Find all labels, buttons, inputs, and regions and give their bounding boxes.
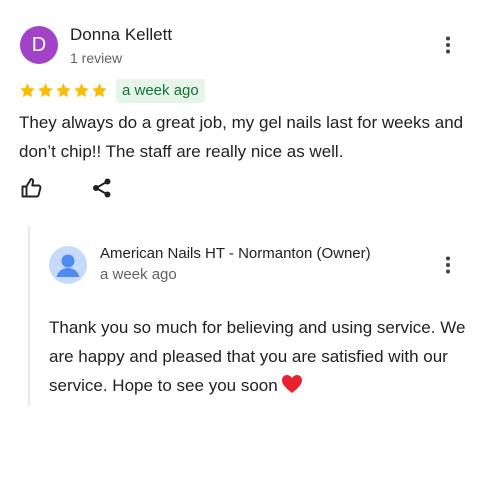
reviewer-name[interactable]: Donna Kellett — [70, 25, 172, 45]
star-icon — [92, 83, 107, 98]
owner-reply-text: Thank you so much for believing and usin… — [49, 313, 469, 403]
review-text: They always do a great job, my gel nails… — [19, 113, 464, 161]
person-icon — [56, 254, 80, 277]
star-icon — [38, 83, 53, 98]
like-button[interactable] — [18, 174, 46, 202]
heart-emoji-icon — [281, 374, 303, 403]
reply-more-button[interactable] — [436, 253, 460, 277]
star-icon — [74, 83, 89, 98]
owner-name[interactable]: American Nails HT - Normanton (Owner) — [100, 245, 371, 262]
star-icon — [56, 83, 71, 98]
more-vert-icon — [446, 256, 450, 274]
more-vert-icon — [446, 36, 450, 54]
share-icon — [93, 178, 111, 198]
review-more-button[interactable] — [436, 33, 460, 57]
star-icon — [20, 83, 35, 98]
star-rating — [19, 82, 108, 99]
owner-reply-bar — [28, 226, 30, 406]
avatar-letter: D — [31, 33, 47, 56]
thumbs-up-icon — [21, 178, 42, 198]
share-button[interactable] — [88, 174, 116, 202]
reviewer-avatar[interactable]: D — [20, 26, 58, 64]
review-count: 1 review — [70, 50, 123, 66]
review-date-badge: a week ago — [116, 79, 205, 103]
owner-reply-date: a week ago — [100, 266, 177, 283]
reply-text-content: Thank you so much for believing and usin… — [49, 318, 466, 395]
owner-avatar[interactable] — [49, 246, 87, 284]
